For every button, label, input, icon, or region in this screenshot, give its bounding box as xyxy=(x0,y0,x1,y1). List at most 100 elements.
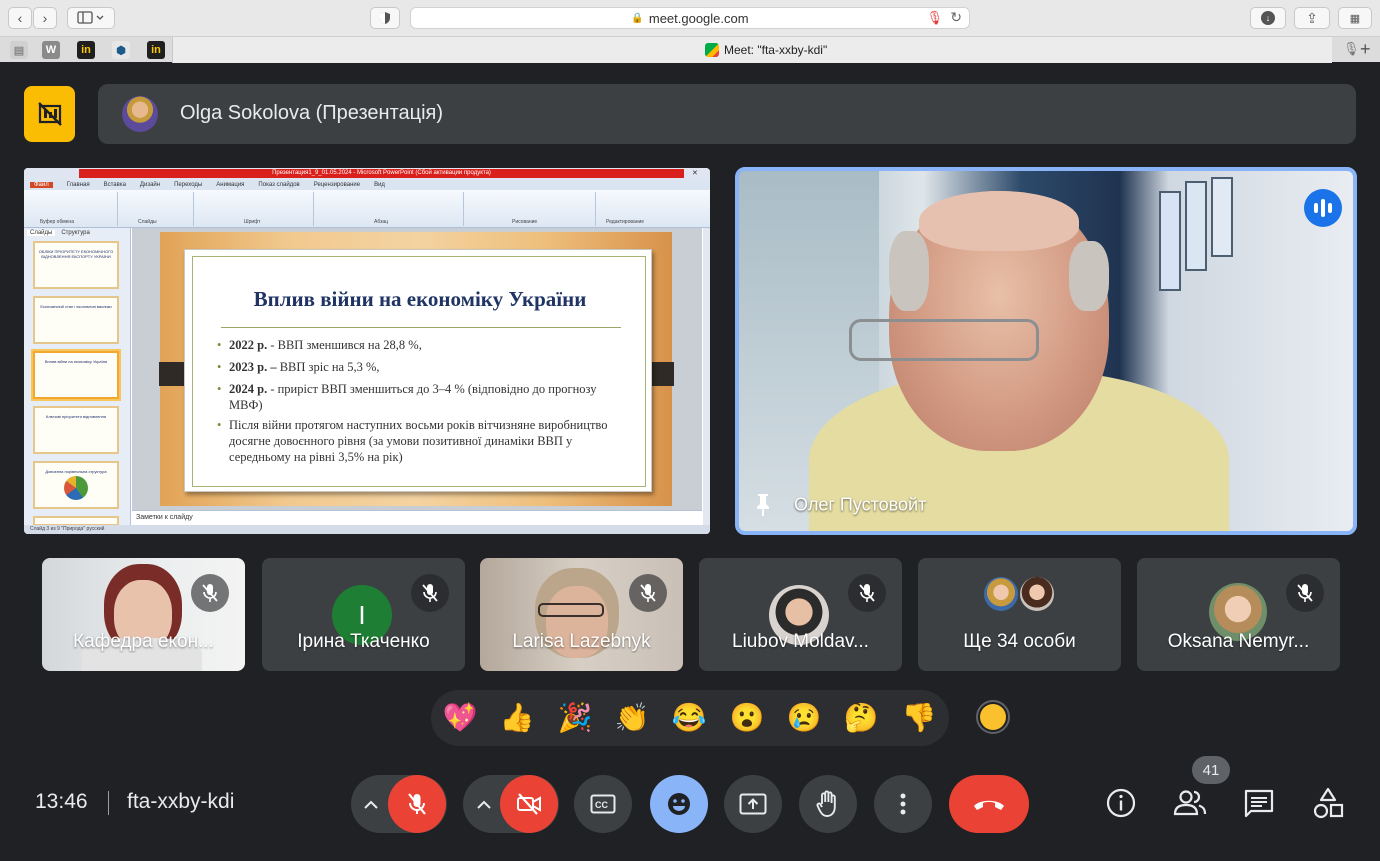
participant-tile-others[interactable]: Ще 34 особи xyxy=(918,558,1121,671)
skin-tone-swatch-icon xyxy=(980,704,1006,730)
ribbon-group-editing[interactable]: Редактирование xyxy=(596,192,706,226)
reaction-thumbs-down[interactable]: 👎 xyxy=(901,700,937,736)
meeting-details-button[interactable] xyxy=(1104,786,1138,820)
address-bar[interactable]: 🔒 meet.google.com 🎙 ↻ xyxy=(410,7,970,29)
slide-thumbnail[interactable]: Ключові пріоритети відновлення xyxy=(33,406,119,454)
leave-call-button[interactable] xyxy=(949,775,1029,833)
reaction-heart[interactable]: 💖 xyxy=(442,700,478,736)
downloads-button[interactable]: ↓ xyxy=(1250,7,1286,29)
raise-hand-button[interactable] xyxy=(799,775,857,833)
active-speaker-tile[interactable]: Олег Пустовойт xyxy=(735,167,1357,535)
slide-thumbnail[interactable]: ОБЛІКИ ПРІОРИТЕТУ ЕКОНОМІЧНОГО ВІДНОВЛЕН… xyxy=(33,241,119,289)
slide-thumbnail-active[interactable]: Вплив війни на економіку України xyxy=(33,351,119,399)
ppt-menu-transitions[interactable]: Переходы xyxy=(174,182,202,188)
shared-screen[interactable]: Презентация1_9_01.05.2024 - Microsoft Po… xyxy=(24,168,710,534)
share-icon: ⇪ xyxy=(1306,9,1318,26)
hex-favicon-icon[interactable]: ⬢ xyxy=(112,41,130,59)
privacy-report-button[interactable] xyxy=(370,7,400,29)
mic-off-indicator xyxy=(1286,574,1324,612)
participant-name: Oksana Nemyr... xyxy=(1167,631,1310,652)
wikipedia-favicon-icon[interactable]: W xyxy=(42,41,60,59)
tab-overview-button[interactable]: ▦ xyxy=(1338,7,1372,29)
tab-bar: ▤ W in ⬢ in Meet: "fta-xxby-kdi" 🎙 + xyxy=(0,36,1380,63)
pin-icon[interactable] xyxy=(755,493,771,517)
emoji-reactions-button[interactable] xyxy=(650,775,708,833)
back-button[interactable]: ‹ xyxy=(8,7,32,29)
ribbon-group-paragraph[interactable]: Абзац xyxy=(314,192,464,226)
participant-name: Ірина Ткаченко xyxy=(297,631,430,652)
slide-divider xyxy=(221,327,621,328)
activities-button[interactable] xyxy=(1312,787,1344,821)
ppt-menu-home[interactable]: Главная xyxy=(67,182,90,188)
mic-off-indicator xyxy=(848,574,886,612)
slide-title: Вплив війни на економіку України xyxy=(253,287,587,311)
mic-options-chevron-icon[interactable] xyxy=(361,794,381,814)
speaker-glasses xyxy=(849,319,1039,361)
participant-tile[interactable]: Кафедра екон... xyxy=(42,558,245,671)
presenter-name: Olga Sokolova (Презентація) xyxy=(180,102,444,124)
reaction-sad[interactable]: 😢 xyxy=(786,700,822,736)
divider xyxy=(108,791,109,815)
ppt-menu-file[interactable]: Файл xyxy=(30,182,53,188)
ppt-menu-insert[interactable]: Вставка xyxy=(104,182,126,188)
participant-tile[interactable]: Oksana Nemyr... xyxy=(1137,558,1340,671)
participant-tile[interactable]: Larisa Lazebnyk xyxy=(480,558,683,671)
reaction-thumbs-up[interactable]: 👍 xyxy=(499,700,535,736)
chat-button[interactable] xyxy=(1243,788,1275,820)
skin-tone-button[interactable] xyxy=(976,700,1010,734)
close-icon[interactable]: ✕ xyxy=(692,169,698,177)
slide-thumbnail[interactable]: Економічний стан і економічні виклики xyxy=(33,296,119,344)
pane-tab-outline[interactable]: Структура xyxy=(61,230,89,236)
slide-thumbnail-pane[interactable]: Слайды Структура ОБЛІКИ ПРІОРИТЕТУ ЕКОНО… xyxy=(24,228,131,529)
reaction-laugh[interactable]: 😂 xyxy=(671,700,707,736)
reaction-surprised[interactable]: 😮 xyxy=(729,700,765,736)
slide-thumbnail[interactable]: Довоєнна порівняльна структура xyxy=(33,461,119,509)
ribbon-group-slides[interactable]: Слайды xyxy=(118,192,194,226)
ppt-menu-view[interactable]: Вид xyxy=(374,182,385,188)
mic-off-icon xyxy=(202,584,218,602)
tab-title: Meet: "fta-xxby-kdi" xyxy=(724,43,828,57)
linkedin-favicon-icon-2[interactable]: in xyxy=(147,41,165,59)
tab-audio-icon[interactable]: 🎙 xyxy=(1343,41,1360,57)
new-tab-icon[interactable]: + xyxy=(1360,39,1371,60)
more-options-button[interactable] xyxy=(874,775,932,833)
share-button[interactable]: ⇪ xyxy=(1294,7,1330,29)
reaction-party[interactable]: 🎉 xyxy=(557,700,593,736)
participant-tile[interactable]: Liubov Moldav... xyxy=(699,558,902,671)
ppt-menu-review[interactable]: Рецензирование xyxy=(314,182,360,188)
vertical-scrollbar[interactable] xyxy=(703,228,710,525)
participant-count-badge: 41 xyxy=(1192,756,1230,784)
active-tab[interactable]: Meet: "fta-xxby-kdi" 🎙 xyxy=(172,37,1360,63)
ppt-menu-design[interactable]: Дизайн xyxy=(140,182,160,188)
forward-button[interactable]: › xyxy=(33,7,57,29)
reaction-thinking[interactable]: 🤔 xyxy=(843,700,879,736)
camera-options-chevron-icon[interactable] xyxy=(474,794,494,814)
meet-favicon-icon xyxy=(705,43,719,57)
ribbon-group-drawing[interactable]: Рисование xyxy=(464,192,596,226)
slide-paper: Вплив війни на економіку України 2022 р.… xyxy=(184,249,652,492)
reload-icon[interactable]: ↻ xyxy=(950,9,962,26)
notes-field[interactable]: Заметки к слайду xyxy=(132,510,702,525)
shapes-icon xyxy=(1313,787,1344,819)
present-screen-button[interactable] xyxy=(724,775,782,833)
ribbon-group-font[interactable]: Шрифт xyxy=(194,192,314,226)
ribbon-group-clipboard[interactable]: Буфер обмена xyxy=(26,192,118,226)
chevron-right-icon: › xyxy=(42,10,48,26)
microphone-icon[interactable]: 🎙 xyxy=(926,10,943,26)
pane-tab-slides[interactable]: Слайды xyxy=(27,230,56,236)
mic-off-icon xyxy=(408,793,426,815)
favorites-grid-icon[interactable]: ▤ xyxy=(10,41,28,59)
ppt-menu-animation[interactable]: Анимация xyxy=(216,182,244,188)
camera-toggle-button[interactable] xyxy=(500,775,558,833)
sidebar-toggle-button[interactable] xyxy=(67,7,115,29)
slide-canvas[interactable]: Вплив війни на економіку України 2022 р.… xyxy=(132,228,702,510)
reaction-clap[interactable]: 👏 xyxy=(614,700,650,736)
captions-button[interactable]: CC xyxy=(574,775,632,833)
participant-tile[interactable]: І Ірина Ткаченко xyxy=(262,558,465,671)
browser-chrome: ‹ › 🔒 meet.google.com 🎙 ↻ ↓ ⇪ ▦ ▤ W in ⬢… xyxy=(0,0,1380,63)
presentation-indicator-button[interactable] xyxy=(24,86,75,142)
ppt-menu-slideshow[interactable]: Показ слайдов xyxy=(258,182,299,188)
mic-toggle-button[interactable] xyxy=(388,775,446,833)
people-button[interactable] xyxy=(1172,787,1208,819)
linkedin-favicon-icon[interactable]: in xyxy=(77,41,95,59)
